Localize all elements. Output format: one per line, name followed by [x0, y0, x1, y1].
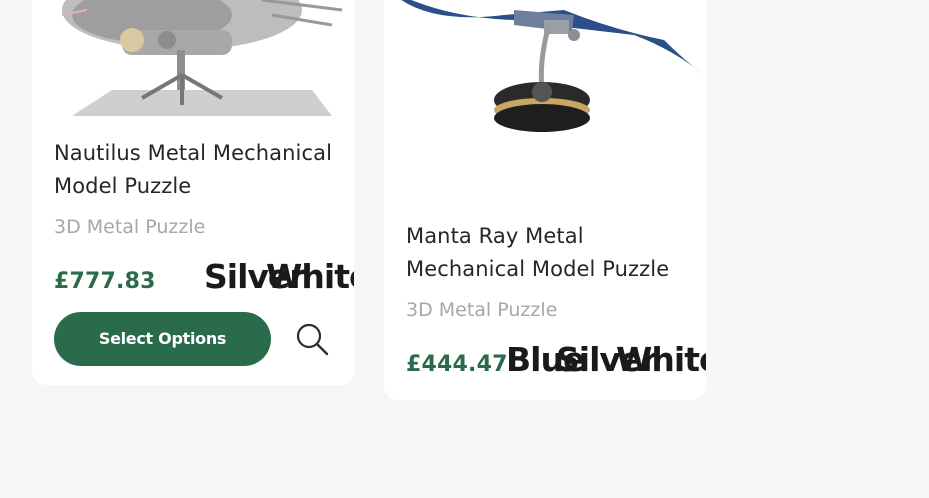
color-swatch-white[interactable]: White	[616, 340, 706, 379]
product-price: £777.83	[54, 269, 156, 294]
product-category[interactable]: 3D Metal Puzzle	[406, 299, 557, 321]
select-options-button[interactable]: Select Options	[54, 312, 271, 366]
nautilus-model-icon	[61, 0, 343, 116]
product-price: £444.47	[406, 352, 508, 377]
product-image[interactable]	[32, 0, 354, 118]
product-card: Manta Ray Metal Mechanical Model Puzzle …	[384, 0, 706, 400]
product-category[interactable]: 3D Metal Puzzle	[54, 216, 205, 238]
product-card: Nautilus Metal Mechanical Model Puzzle 3…	[32, 0, 354, 385]
color-swatch-white[interactable]: White	[266, 257, 354, 296]
quick-view-button[interactable]	[294, 320, 330, 360]
manta-ray-model-icon	[401, 0, 704, 132]
product-title[interactable]: Nautilus Metal Mechanical Model Puzzle	[54, 137, 344, 203]
product-title[interactable]: Manta Ray Metal Mechanical Model Puzzle	[406, 220, 696, 286]
search-icon	[296, 323, 329, 356]
product-image[interactable]	[384, 0, 706, 195]
